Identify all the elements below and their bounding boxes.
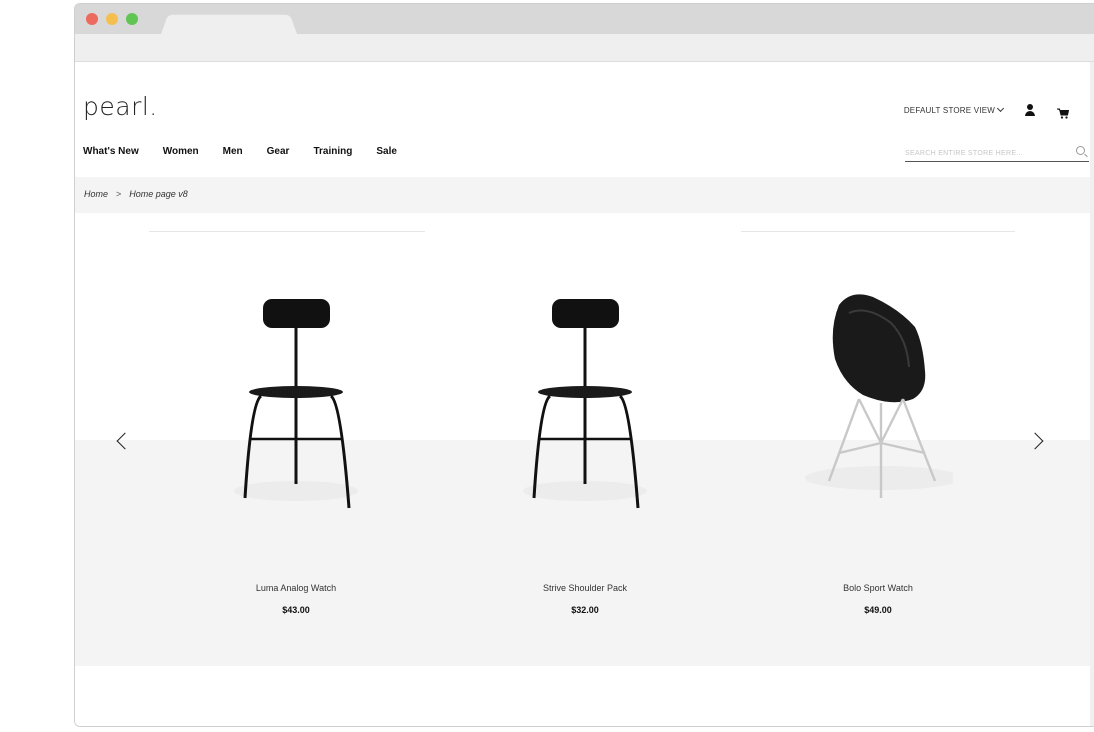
browser-titlebar bbox=[75, 4, 1094, 34]
main-navigation: What's New Women Men Gear Training Sale bbox=[83, 146, 421, 157]
product-image[interactable] bbox=[803, 283, 953, 523]
nav-item-women[interactable]: Women bbox=[163, 146, 199, 157]
product-image[interactable] bbox=[221, 283, 371, 523]
product-price: $49.00 bbox=[864, 605, 892, 615]
store-view-label: DEFAULT STORE VIEW bbox=[903, 106, 995, 115]
divider bbox=[149, 231, 425, 232]
breadcrumb-home-link[interactable]: Home bbox=[84, 189, 108, 199]
window-minimize-button[interactable] bbox=[106, 13, 118, 25]
store-page: pearl. DEFAULT STORE VIEW What's New Wom… bbox=[75, 62, 1091, 726]
cart-icon[interactable] bbox=[1057, 106, 1070, 119]
product-card[interactable]: Luma Analog Watch $43.00 bbox=[196, 283, 396, 633]
browser-tab[interactable] bbox=[161, 14, 297, 34]
browser-toolbar bbox=[75, 34, 1094, 62]
window-close-button[interactable] bbox=[86, 13, 98, 25]
product-name[interactable]: Bolo Sport Watch bbox=[778, 583, 978, 593]
page-scrollbar[interactable] bbox=[1090, 62, 1094, 726]
nav-item-whats-new[interactable]: What's New bbox=[83, 146, 139, 157]
nav-item-gear[interactable]: Gear bbox=[267, 146, 290, 157]
product-card[interactable]: Bolo Sport Watch $49.00 bbox=[778, 283, 978, 633]
search-input[interactable] bbox=[905, 144, 1065, 163]
store-view-switcher[interactable]: DEFAULT STORE VIEW bbox=[903, 104, 1005, 115]
divider bbox=[741, 231, 1015, 232]
search-box bbox=[905, 142, 1089, 163]
breadcrumb-separator: > bbox=[116, 189, 122, 199]
nav-item-men[interactable]: Men bbox=[223, 146, 243, 157]
breadcrumb-current: Home page v8 bbox=[129, 189, 188, 199]
product-name[interactable]: Strive Shoulder Pack bbox=[485, 583, 685, 593]
browser-window: pearl. DEFAULT STORE VIEW What's New Wom… bbox=[74, 3, 1094, 727]
search-icon[interactable] bbox=[1076, 146, 1085, 155]
product-name[interactable]: Luma Analog Watch bbox=[196, 583, 396, 593]
product-card[interactable]: Strive Shoulder Pack $32.00 bbox=[485, 283, 685, 633]
product-price: $43.00 bbox=[282, 605, 310, 615]
chevron-down-icon bbox=[996, 104, 1005, 113]
user-account-icon[interactable] bbox=[1025, 104, 1035, 116]
product-image[interactable] bbox=[510, 283, 660, 523]
nav-item-sale[interactable]: Sale bbox=[376, 146, 397, 157]
nav-item-training[interactable]: Training bbox=[313, 146, 352, 157]
window-maximize-button[interactable] bbox=[126, 13, 138, 25]
product-carousel: Luma Analog Watch $43.00 Strive Shoulder… bbox=[75, 213, 1091, 666]
breadcrumb-bar: Home > Home page v8 bbox=[75, 177, 1091, 213]
breadcrumb: Home > Home page v8 bbox=[84, 189, 188, 199]
site-logo[interactable]: pearl. bbox=[83, 92, 158, 121]
product-price: $32.00 bbox=[571, 605, 599, 615]
